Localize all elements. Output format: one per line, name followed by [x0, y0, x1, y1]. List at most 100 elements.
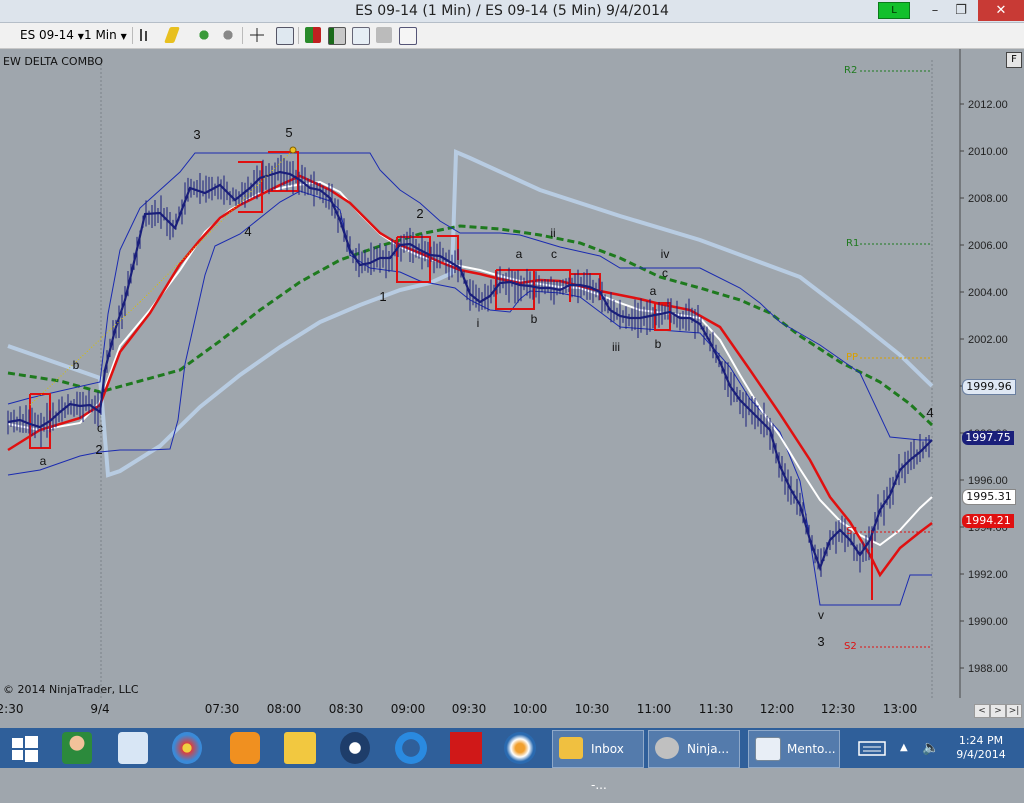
control-panel-icon[interactable]: [118, 732, 148, 764]
wave-label: 3: [817, 634, 824, 649]
taskbar-app-label: Inbox -...: [591, 742, 624, 792]
chevron-down-icon: ▼: [120, 32, 127, 41]
volume-icon[interactable]: 🔈: [922, 732, 942, 764]
toolbar-divider: [242, 27, 243, 44]
price-tick-label: 2012.00: [968, 99, 1008, 111]
wave-label: iv: [661, 247, 670, 261]
windows-start-icon[interactable]: [10, 732, 40, 764]
wave-label: 2: [95, 442, 102, 457]
outlook-icon: [559, 737, 583, 759]
zoom-in-icon[interactable]: [196, 27, 212, 43]
instrument-label: ES 09-14: [20, 28, 74, 42]
scroll-end-button[interactable]: >|: [1006, 704, 1022, 718]
clock-date: 9/4/2014: [956, 748, 1006, 761]
pencil-icon[interactable]: [164, 27, 180, 43]
indicators-icon[interactable]: [305, 27, 321, 43]
windows-taskbar: Inbox -... Ninja... Mento... ▲ 🔈: [0, 728, 1024, 792]
taskbar-app-label: Ninja...: [687, 742, 730, 756]
price-tick-label: 1996.00: [968, 475, 1008, 487]
price-tick-label: 1990.00: [968, 616, 1008, 628]
time-tick-label: 09:00: [390, 702, 426, 716]
file-explorer-icon[interactable]: [284, 732, 316, 764]
time-tick-label: 10:30: [574, 702, 610, 716]
time-tick-label: 13:00: [882, 702, 918, 716]
wave-label: i: [477, 316, 480, 330]
wave-label: c: [97, 421, 103, 435]
zoom-out-icon[interactable]: [220, 27, 236, 43]
restore-button[interactable]: ❐: [946, 0, 976, 21]
close-button[interactable]: ✕: [978, 0, 1024, 21]
interval-label: 1 Min: [84, 28, 117, 42]
time-tick-label: 2:30: [0, 702, 24, 716]
quicktime-icon[interactable]: [340, 732, 370, 764]
flag-white-line: 1995.31: [962, 489, 1016, 505]
r1-label: R1: [846, 238, 860, 249]
templates-icon[interactable]: [399, 27, 417, 45]
taskbar-outlook[interactable]: Inbox -...: [552, 730, 644, 792]
chart-canvas: 2012.00 2010.00 2008.00 2006.00 2004.00 2002.…: [0, 49, 1024, 699]
time-tick-label: 12:30: [820, 702, 856, 716]
f-button[interactable]: F: [1006, 52, 1022, 68]
clock-time: 1:24 PM: [958, 734, 1004, 747]
indicator-label: EW DELTA COMBO: [3, 55, 104, 68]
wave-label: a: [40, 454, 47, 468]
time-tick-label: 11:30: [698, 702, 734, 716]
time-tick-label: 08:00: [266, 702, 302, 716]
wave-label: 3: [193, 127, 200, 142]
bar-type-icon[interactable]: [137, 27, 153, 43]
internet-explorer-icon[interactable]: [395, 732, 427, 764]
connection-indicator[interactable]: L: [878, 2, 910, 19]
wave-label: b: [531, 312, 538, 326]
time-tick-label: 07:30: [204, 702, 240, 716]
magnifier-icon[interactable]: [276, 27, 294, 45]
wave-label: c: [551, 247, 557, 261]
strategies-icon[interactable]: [328, 27, 346, 45]
wave-label: iii: [612, 340, 620, 354]
kaspersky-icon[interactable]: [450, 732, 482, 764]
mentor-icon: [755, 737, 781, 761]
ninjatrader-icon: [655, 737, 679, 759]
s1-label: S1: [846, 526, 859, 537]
chevron-down-icon: ▼: [77, 32, 84, 41]
wave-label: 1: [379, 289, 386, 304]
wave-label: a: [516, 247, 523, 261]
chart-toolbar: ES 09-14 ▼ 1 Min ▼: [0, 23, 1024, 49]
time-tick-label: 08:30: [328, 702, 364, 716]
paint-icon[interactable]: [172, 732, 202, 764]
taskbar-clock[interactable]: 1:24 PM 9/4/2014: [951, 734, 1011, 762]
wave-label: ii: [550, 226, 555, 240]
wave-label: v: [818, 608, 824, 622]
user-app-icon[interactable]: [62, 732, 92, 764]
wave-label: 2: [416, 206, 423, 221]
flag-blue-line: 1999.96: [962, 379, 1016, 395]
data-box-icon[interactable]: [376, 27, 392, 43]
taskbar-ninjatrader[interactable]: Ninja...: [648, 730, 740, 768]
plot-background: [0, 49, 960, 699]
price-tick-label: 2010.00: [968, 146, 1008, 158]
crosshair-icon[interactable]: [249, 27, 265, 43]
wave-label: b: [73, 358, 80, 372]
swing-high-marker: [289, 146, 297, 154]
media-player-icon[interactable]: [230, 732, 260, 764]
tray-expand-icon[interactable]: ▲: [900, 732, 912, 764]
wave-label: b: [655, 337, 662, 351]
window-title: ES 09-14 (1 Min) / ES 09-14 (5 Min) 9/4/…: [355, 3, 669, 19]
scroll-left-button[interactable]: <: [974, 704, 990, 718]
flag-last-price: 1997.75: [962, 431, 1014, 445]
network-app-icon[interactable]: [504, 732, 536, 764]
price-tick-label: 2008.00: [968, 193, 1008, 205]
wave-label: a: [650, 284, 657, 298]
flag-red-line: 1994.21: [962, 514, 1014, 528]
taskbar-app-label: Mento...: [787, 742, 836, 756]
price-chart[interactable]: 2012.00 2010.00 2008.00 2006.00 2004.00 2002.…: [0, 49, 1024, 716]
chart-properties-icon[interactable]: [352, 27, 370, 45]
interval-selector[interactable]: 1 Min ▼: [84, 27, 127, 43]
scroll-right-button[interactable]: >: [990, 704, 1006, 718]
keyboard-icon[interactable]: [857, 732, 887, 764]
price-tick-label: 1992.00: [968, 569, 1008, 581]
time-tick-label: 9/4: [90, 702, 110, 716]
wave-label: c: [662, 266, 668, 280]
instrument-selector[interactable]: ES 09-14 ▼: [20, 27, 84, 43]
price-tick-label: 1988.00: [968, 663, 1008, 675]
taskbar-mentor[interactable]: Mento...: [748, 730, 840, 768]
